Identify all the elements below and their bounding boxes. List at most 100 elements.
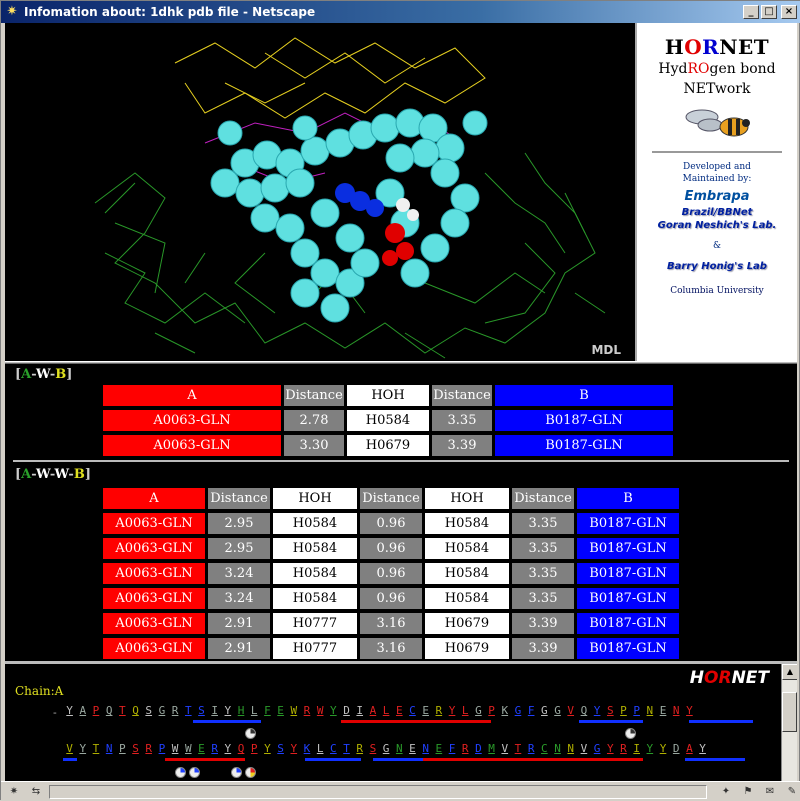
residue[interactable]: N — [551, 742, 564, 755]
residue[interactable]: R — [617, 742, 630, 755]
residue[interactable]: Y — [445, 704, 458, 717]
residue[interactable]: D — [670, 742, 683, 755]
contact-pie-icon[interactable] — [231, 767, 242, 778]
residue[interactable]: K — [300, 742, 313, 755]
residue[interactable]: F — [525, 704, 538, 717]
residue[interactable]: R — [459, 742, 472, 755]
residue[interactable]: T — [116, 704, 129, 717]
residue[interactable]: G — [380, 742, 393, 755]
residue[interactable]: R — [300, 704, 313, 717]
residue[interactable]: Y — [604, 742, 617, 755]
residue[interactable]: T — [340, 742, 353, 755]
residue[interactable]: Y — [76, 742, 89, 755]
residue[interactable]: I — [353, 704, 366, 717]
residue[interactable]: N — [393, 742, 406, 755]
residue[interactable]: N — [564, 742, 577, 755]
residue[interactable]: F — [445, 742, 458, 755]
minimize-button[interactable]: _ — [743, 5, 759, 19]
residue[interactable]: R — [208, 742, 221, 755]
residue[interactable]: Y — [643, 742, 656, 755]
hornet-logo-small[interactable]: HORNET — [690, 668, 769, 688]
residue[interactable]: Q — [103, 704, 116, 717]
residue[interactable]: C — [406, 704, 419, 717]
residue[interactable]: E — [393, 704, 406, 717]
scroll-thumb[interactable] — [782, 692, 797, 732]
residue[interactable]: P — [248, 742, 261, 755]
residue[interactable]: L — [380, 704, 393, 717]
residue[interactable]: S — [274, 742, 287, 755]
mail-icon[interactable]: ✉ — [761, 785, 779, 799]
residue[interactable]: W — [169, 742, 182, 755]
residue[interactable]: R — [353, 742, 366, 755]
scroll-up-icon[interactable]: ▲ — [782, 664, 797, 680]
residue[interactable]: A — [366, 704, 379, 717]
residue[interactable]: S — [129, 742, 142, 755]
contact-pie-icon[interactable] — [245, 767, 256, 778]
residue[interactable]: C — [538, 742, 551, 755]
residue[interactable]: T — [511, 742, 524, 755]
molecule-viewer[interactable]: MDL — [5, 23, 635, 361]
residue[interactable]: D — [472, 742, 485, 755]
residue[interactable]: Y — [221, 742, 234, 755]
goran-link[interactable]: Goran Neshich's Lab. — [637, 219, 797, 232]
residue[interactable]: R — [432, 704, 445, 717]
residue[interactable]: P — [89, 704, 102, 717]
residue[interactable]: L — [459, 704, 472, 717]
hornet-logo[interactable]: HORNET — [637, 35, 797, 59]
residue[interactable]: E — [274, 704, 287, 717]
residue[interactable]: Y — [261, 742, 274, 755]
residue[interactable]: W — [182, 742, 195, 755]
residue[interactable]: R — [169, 704, 182, 717]
embrapa-logo[interactable]: Embrapa — [637, 189, 797, 204]
residue[interactable]: E — [419, 704, 432, 717]
brazil-link[interactable]: Brazil/BBNet — [637, 206, 797, 219]
residue[interactable]: V — [498, 742, 511, 755]
residue[interactable]: G — [472, 704, 485, 717]
sequence-scrollbar[interactable]: ▲ — [781, 664, 797, 781]
residue[interactable]: G — [591, 742, 604, 755]
residue[interactable]: Y — [656, 742, 669, 755]
residue[interactable]: W — [314, 704, 327, 717]
residue[interactable]: I — [208, 704, 221, 717]
contact-pie-icon[interactable] — [175, 767, 186, 778]
residue[interactable]: D — [340, 704, 353, 717]
navigator-icon[interactable]: ⚑ — [739, 785, 757, 799]
residue[interactable]: S — [366, 742, 379, 755]
residue[interactable]: N — [643, 704, 656, 717]
residue[interactable]: E — [195, 742, 208, 755]
barry-link[interactable]: Barry Honig's Lab — [637, 260, 797, 273]
residue[interactable]: Y — [327, 704, 340, 717]
residue[interactable]: P — [485, 704, 498, 717]
residue[interactable]: F — [261, 704, 274, 717]
contact-pie-icon[interactable] — [625, 728, 636, 739]
connection-icon[interactable]: ⇆ — [27, 785, 45, 799]
residue[interactable]: Q — [129, 704, 142, 717]
residue[interactable]: R — [525, 742, 538, 755]
residue[interactable]: N — [103, 742, 116, 755]
residue[interactable]: R — [142, 742, 155, 755]
residue[interactable]: L — [314, 742, 327, 755]
residue[interactable]: P — [116, 742, 129, 755]
residue[interactable]: M — [485, 742, 498, 755]
residue[interactable]: K — [498, 704, 511, 717]
residue[interactable]: N — [419, 742, 432, 755]
residue[interactable]: S — [195, 704, 208, 717]
residue[interactable]: L — [248, 704, 261, 717]
residue[interactable]: Y — [696, 742, 709, 755]
residue[interactable]: E — [656, 704, 669, 717]
residue[interactable]: V — [577, 742, 590, 755]
residue[interactable]: T — [182, 704, 195, 717]
residue[interactable]: P — [630, 704, 643, 717]
residue[interactable]: W — [287, 704, 300, 717]
residue[interactable]: A — [76, 704, 89, 717]
netscape-icon[interactable]: ✷ — [5, 785, 23, 799]
security-icon[interactable]: ✦ — [717, 785, 735, 799]
residue[interactable]: V — [564, 704, 577, 717]
residue[interactable]: G — [511, 704, 524, 717]
residue[interactable]: N — [670, 704, 683, 717]
residue[interactable]: C — [327, 742, 340, 755]
residue[interactable]: Q — [577, 704, 590, 717]
close-button[interactable]: × — [781, 5, 797, 19]
residue[interactable]: I — [630, 742, 643, 755]
residue[interactable]: S — [142, 704, 155, 717]
